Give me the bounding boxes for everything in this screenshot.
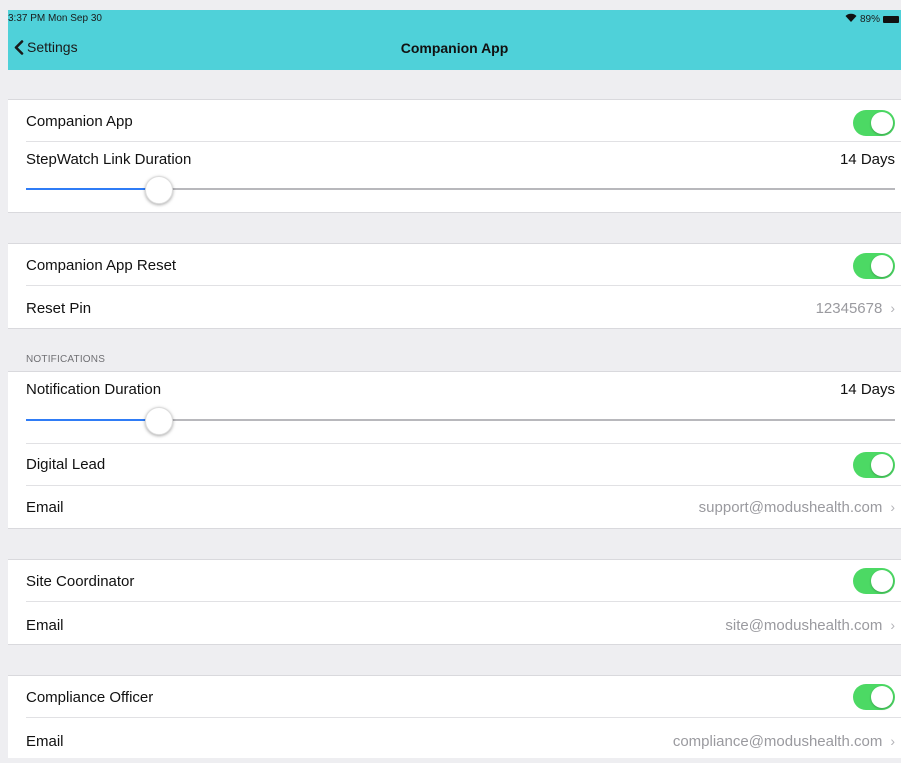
group-site-coordinator: Site Coordinator Email site@modushealth.… — [8, 560, 901, 644]
reset-pin-row[interactable]: 12345678 › — [816, 300, 895, 317]
notifications-section-header: NOTIFICATIONS — [26, 354, 106, 365]
wifi-icon — [845, 13, 857, 25]
notification-duration-slider[interactable] — [26, 407, 895, 435]
notification-duration-label: Notification Duration — [26, 381, 162, 398]
divider — [26, 443, 901, 444]
status-time-date: 3:37 PM Mon Sep 30 — [8, 13, 102, 24]
link-duration-label: StepWatch Link Duration — [26, 151, 192, 168]
digital-lead-email-value: support@modushealth.com — [698, 499, 883, 516]
battery-percent: 89% — [859, 13, 880, 25]
link-duration-value: 14 Days — [839, 151, 895, 168]
chevron-right-icon: › — [890, 300, 895, 316]
toggle-knob — [871, 255, 893, 277]
slider-thumb[interactable] — [145, 176, 174, 204]
chevron-right-icon: › — [890, 733, 895, 749]
digital-lead-toggle[interactable] — [853, 452, 895, 478]
companion-app-label: Companion App — [26, 113, 133, 130]
divider — [26, 141, 901, 142]
digital-lead-email-label: Email — [26, 499, 64, 516]
link-duration-slider[interactable] — [26, 176, 895, 204]
chevron-right-icon: › — [890, 499, 895, 515]
reset-pin-label: Reset Pin — [26, 300, 92, 317]
group-companion-app: Companion App StepWatch Link Duration 14… — [8, 100, 901, 212]
toggle-knob — [871, 112, 893, 134]
companion-app-toggle[interactable] — [853, 110, 895, 136]
site-coordinator-label: Site Coordinator — [26, 573, 135, 590]
divider — [8, 328, 901, 329]
chevron-right-icon: › — [890, 617, 895, 633]
slider-fill — [26, 188, 159, 190]
toggle-knob — [871, 686, 893, 708]
group-notifications: Notification Duration 14 Days Digital Le… — [8, 372, 901, 528]
compliance-officer-label: Compliance Officer — [26, 689, 154, 706]
site-coordinator-toggle[interactable] — [853, 568, 895, 594]
compliance-officer-email-row[interactable]: compliance@modushealth.com › — [673, 733, 895, 750]
compliance-officer-email-value: compliance@modushealth.com — [672, 733, 883, 750]
compliance-officer-email-label: Email — [26, 733, 64, 750]
compliance-officer-toggle[interactable] — [853, 684, 895, 710]
toggle-knob — [871, 454, 893, 476]
digital-lead-email-row[interactable]: support@modushealth.com › — [699, 499, 895, 516]
battery-icon — [883, 15, 899, 23]
site-coordinator-email-label: Email — [26, 617, 64, 634]
nav-bar: 3:37 PM Mon Sep 30 89% Settings Companio… — [8, 10, 901, 70]
divider — [26, 601, 901, 602]
divider — [26, 485, 901, 486]
page-title: Companion App — [400, 40, 509, 56]
slider-thumb[interactable] — [145, 407, 174, 435]
reset-pin-value: 12345678 — [815, 300, 883, 317]
divider — [26, 717, 901, 718]
site-coordinator-email-row[interactable]: site@modushealth.com › — [725, 617, 895, 634]
status-right-group: 89% — [845, 13, 899, 25]
site-coordinator-email-value: site@modushealth.com — [725, 617, 883, 634]
divider — [8, 212, 901, 213]
notification-duration-value: 14 Days — [839, 381, 895, 398]
divider — [8, 528, 901, 529]
companion-reset-toggle[interactable] — [853, 253, 895, 279]
slider-fill — [26, 419, 159, 421]
divider — [26, 285, 901, 286]
companion-reset-label: Companion App Reset — [26, 257, 177, 274]
digital-lead-label: Digital Lead — [26, 456, 106, 473]
divider — [8, 644, 901, 645]
group-companion-reset: Companion App Reset Reset Pin 12345678 › — [8, 244, 901, 328]
group-compliance-officer: Compliance Officer Email compliance@modu… — [8, 676, 901, 758]
toggle-knob — [871, 570, 893, 592]
